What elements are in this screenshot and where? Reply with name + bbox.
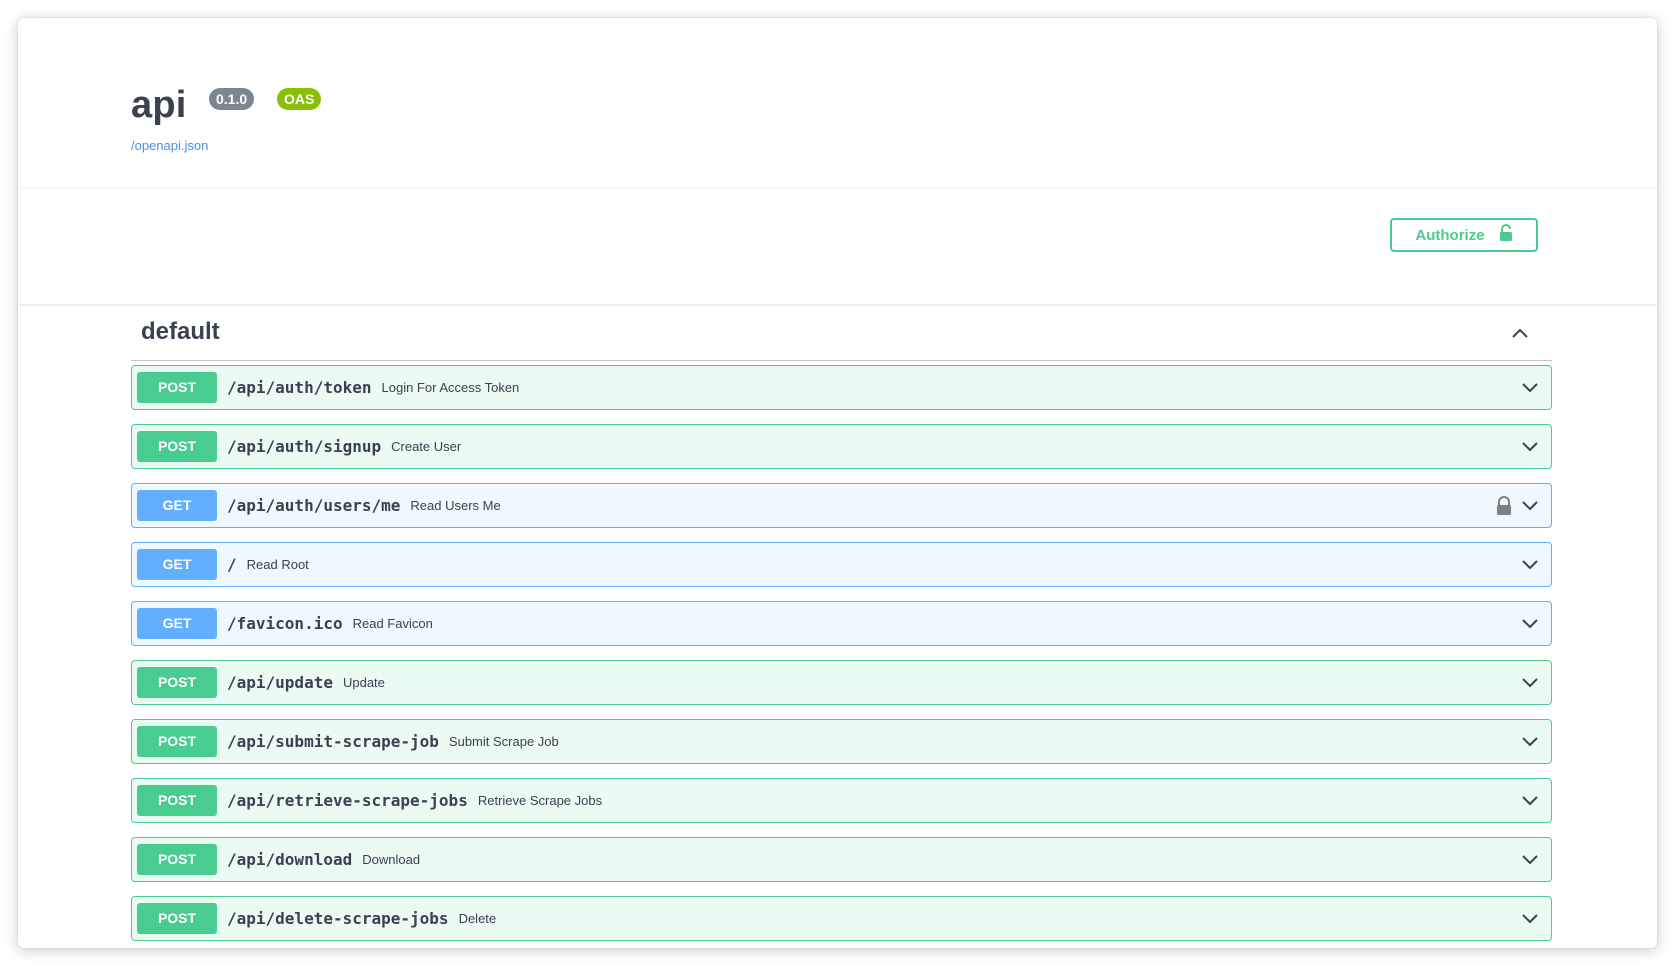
method-badge: GET: [137, 490, 217, 521]
operation-row[interactable]: POST/api/delete-scrape-jobs Delete: [131, 896, 1552, 941]
version-badge: 0.1.0: [209, 88, 255, 110]
chevron-down-icon[interactable]: [1519, 553, 1541, 575]
authorize-label: Authorize: [1415, 226, 1485, 244]
operation-path: /api/download: [227, 850, 353, 869]
operation-summary: Create User: [391, 439, 462, 454]
operation-path: /api/auth/token: [227, 378, 372, 397]
section-title: default: [141, 318, 220, 345]
api-title: api: [131, 84, 187, 126]
operation-summary: Login For Access Token: [381, 380, 520, 395]
chevron-down-icon[interactable]: [1519, 730, 1541, 752]
method-badge: POST: [137, 372, 217, 403]
method-badge: POST: [137, 726, 217, 757]
unlock-icon: [1499, 224, 1513, 246]
chevron-down-icon[interactable]: [1519, 612, 1541, 634]
operation-row[interactable]: POST/api/download Download: [131, 837, 1552, 882]
operation-summary: Read Favicon: [352, 616, 433, 631]
method-badge: POST: [137, 785, 217, 816]
operation-summary: Retrieve Scrape Jobs: [477, 793, 603, 808]
openapi-json-link[interactable]: /openapi.json: [131, 138, 208, 153]
chevron-down-icon[interactable]: [1519, 848, 1541, 870]
operation-path: /api/auth/signup: [227, 437, 382, 456]
operation-path: /api/auth/users/me: [227, 496, 401, 515]
operation-path: /favicon.ico: [227, 614, 343, 633]
oas-badge: OAS 3.1: [277, 88, 322, 129]
method-badge: POST: [137, 431, 217, 462]
operation-row[interactable]: POST/api/update Update: [131, 660, 1552, 705]
operation-row[interactable]: POST/api/auth/token Login For Access Toke…: [131, 365, 1552, 410]
authorize-button[interactable]: Authorize: [1390, 218, 1538, 252]
tag-section-default[interactable]: default: [131, 310, 1552, 361]
operation-row[interactable]: POST/api/submit-scrape-job Submit Scrape …: [131, 719, 1552, 764]
method-badge: GET: [137, 549, 217, 580]
operation-path: /api/delete-scrape-jobs: [227, 909, 449, 928]
method-badge: POST: [137, 844, 217, 875]
chevron-down-icon[interactable]: [1519, 789, 1541, 811]
method-badge: GET: [137, 608, 217, 639]
method-badge: POST: [137, 667, 217, 698]
operation-path: /api/submit-scrape-job: [227, 732, 439, 751]
operation-summary: Update: [342, 675, 385, 690]
chevron-down-icon[interactable]: [1519, 376, 1541, 398]
chevron-down-icon[interactable]: [1519, 671, 1541, 693]
operation-summary: Read Root: [246, 557, 309, 572]
lock-icon[interactable]: [1495, 496, 1513, 516]
operation-path: /: [227, 555, 237, 574]
operation-path: /api/retrieve-scrape-jobs: [227, 791, 468, 810]
operation-row[interactable]: GET / Read Root: [131, 542, 1552, 587]
operation-row[interactable]: POST/api/retrieve-scrape-jobs Retrieve Sc…: [131, 778, 1552, 823]
chevron-down-icon[interactable]: [1519, 494, 1541, 516]
method-badge: POST: [137, 903, 217, 934]
operation-summary: Delete: [458, 911, 497, 926]
operations-list: POST/api/auth/token Login For Access Toke…: [131, 365, 1552, 948]
operation-summary: Submit Scrape Job: [448, 734, 559, 749]
chevron-down-icon[interactable]: [1519, 435, 1541, 457]
chevron-down-icon[interactable]: [1519, 907, 1541, 929]
operation-path: /api/update: [227, 673, 333, 692]
chevron-up-icon[interactable]: [1508, 322, 1532, 346]
operation-row[interactable]: GET/favicon.ico Read Favicon: [131, 601, 1552, 646]
operation-summary: Read Users Me: [410, 498, 501, 513]
operation-row[interactable]: POST/api/auth/signup Create User: [131, 424, 1552, 469]
operation-row[interactable]: GET/api/auth/users/me Read Users Me: [131, 483, 1552, 528]
browser-window: api 0.1.0 OAS 3.1 /openapi.json Authoriz…: [18, 18, 1657, 948]
operation-summary: Download: [362, 852, 421, 867]
